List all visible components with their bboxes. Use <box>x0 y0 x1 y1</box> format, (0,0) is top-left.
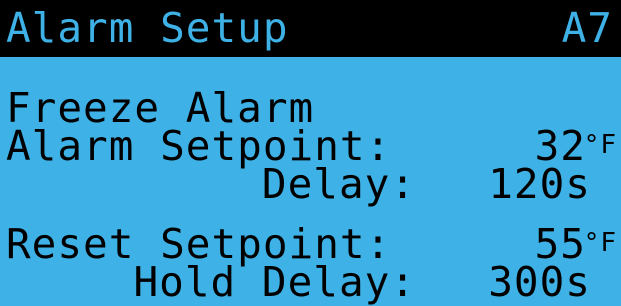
alarm-setpoint-unit: °F <box>583 130 617 160</box>
screen-id: A7 <box>561 4 613 52</box>
hold-delay-label: Hold Delay: <box>133 258 416 306</box>
reset-setpoint-unit: °F <box>583 228 617 258</box>
delay-value[interactable]: 120s <box>488 162 591 206</box>
hold-delay-value[interactable]: 300s <box>488 260 591 304</box>
delay-label: Delay: <box>261 160 416 208</box>
title-bar: Alarm Setup A7 <box>0 0 621 57</box>
page-title: Alarm Setup <box>6 4 289 52</box>
delay-row[interactable]: Delay: 120s <box>0 162 621 206</box>
lcd-screen: Alarm Setup A7 Freeze Alarm Alarm Setpoi… <box>0 0 621 304</box>
hold-delay-row[interactable]: Hold Delay: 300s <box>0 260 621 304</box>
